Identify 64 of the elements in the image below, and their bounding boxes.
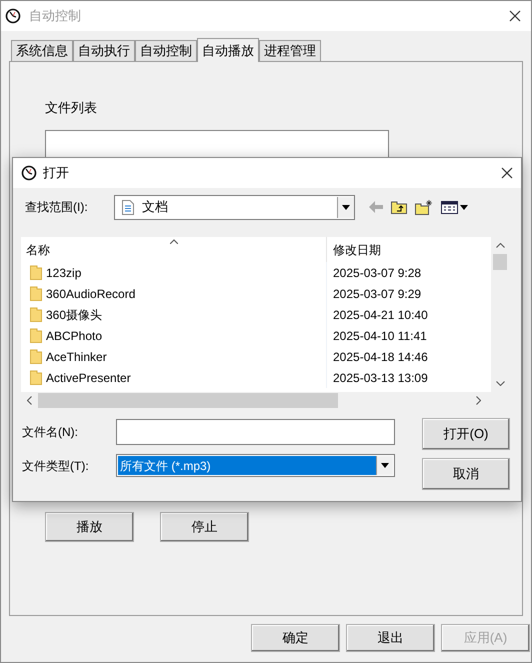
file-name-field[interactable] xyxy=(116,419,395,445)
date-cell-text: 2025-03-07 9:29 xyxy=(332,286,422,302)
file-type-dropdown[interactable]: 所有文件 (*.mp3) xyxy=(116,454,395,477)
scroll-up-icon[interactable] xyxy=(496,243,504,248)
open-button[interactable]: 打开(O) xyxy=(422,418,510,450)
clock-icon xyxy=(21,165,37,181)
scroll-down-icon[interactable] xyxy=(496,381,504,386)
caret-icon xyxy=(342,204,350,210)
scroll-thumb[interactable] xyxy=(493,254,507,270)
file-name-item[interactable]: 360摄像头 xyxy=(21,304,327,325)
scroll-right-icon[interactable] xyxy=(476,396,481,405)
footer-button[interactable]: 确定 xyxy=(251,624,340,652)
sort-up-icon xyxy=(170,239,178,244)
file-name: AceThinker xyxy=(46,348,107,366)
look-in-dropdown[interactable]: 文档 xyxy=(114,194,355,220)
view-menu-icon[interactable] xyxy=(441,200,458,214)
panel-button[interactable]: 播放 xyxy=(45,512,134,542)
column-header[interactable]: 修改日期 xyxy=(327,237,491,262)
folder-icon xyxy=(30,349,42,364)
file-name: 123zip xyxy=(46,264,82,282)
file-name-item[interactable]: 123zip xyxy=(21,262,327,283)
folder-up-icon[interactable] xyxy=(391,200,407,214)
tab[interactable]: 自动播放 xyxy=(197,38,259,62)
tab[interactable]: 系统信息 xyxy=(11,40,73,61)
panel-button[interactable]: 停止 xyxy=(160,512,249,542)
folder-icon xyxy=(30,286,42,301)
file-name: 360AudioRecord xyxy=(46,286,136,302)
tab[interactable]: 进程管理 xyxy=(259,40,321,61)
folder-icon xyxy=(30,328,42,343)
tab[interactable]: 自动执行 xyxy=(73,40,135,61)
scroll-thumb[interactable] xyxy=(38,393,338,408)
date-cell-text: 2025-04-10 11:41 xyxy=(332,328,427,344)
date-cell-text: 2025-04-21 10:40 xyxy=(332,306,428,324)
date-cell-text: 2025-03-13 13:09 xyxy=(332,370,428,386)
folder-icon xyxy=(30,370,42,385)
file-name: 360摄像头 xyxy=(46,306,102,324)
folder-icon xyxy=(30,265,42,280)
window-title: 自动控制 xyxy=(29,7,82,26)
document-icon xyxy=(122,200,134,214)
new-folder-icon[interactable] xyxy=(415,200,433,214)
close-icon[interactable] xyxy=(501,167,513,179)
file-name-item[interactable]: ABCPhoto xyxy=(21,325,327,346)
column-header[interactable]: 名称 xyxy=(21,237,327,262)
footer-button[interactable]: 退出 xyxy=(346,624,435,652)
field-label: 文件名(N): xyxy=(22,424,79,441)
close-icon[interactable] xyxy=(509,10,521,22)
caret-icon xyxy=(381,463,389,468)
cancel-button[interactable]: 取消 xyxy=(422,458,510,490)
field-label: 文件类型(T): xyxy=(22,458,90,474)
file-name-item[interactable]: AceThinker xyxy=(21,346,327,367)
file-name-item[interactable]: ActivePresenter xyxy=(21,367,327,388)
file-name-item[interactable]: 360AudioRecord xyxy=(21,283,327,304)
tab[interactable]: 自动控制 xyxy=(135,40,197,61)
field-label: 查找范围(I): xyxy=(25,199,89,216)
clock-icon xyxy=(5,8,21,24)
date-cell-text: 2025-04-18 14:46 xyxy=(332,348,428,366)
dialog-title: 打开 xyxy=(43,164,70,182)
field-label: 文件列表 xyxy=(45,99,98,117)
folder-icon xyxy=(30,307,42,322)
file-name: ActivePresenter xyxy=(46,370,131,386)
date-cell-text: 2025-03-07 9:28 xyxy=(332,264,422,282)
file-name: ABCPhoto xyxy=(46,328,102,344)
caret-icon xyxy=(460,204,468,210)
scroll-left-icon[interactable] xyxy=(27,396,32,405)
